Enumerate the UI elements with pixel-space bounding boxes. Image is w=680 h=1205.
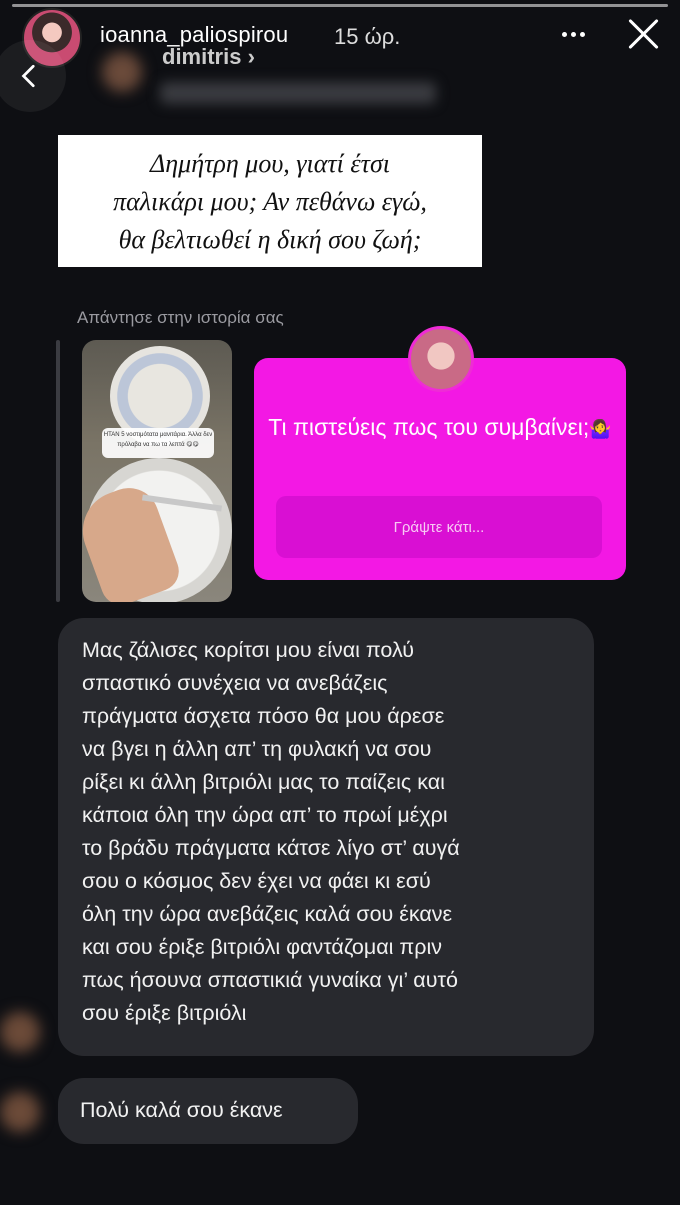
message-bubble: Μας ζάλισες κορίτσι μου είναι πολύ σπαστ… <box>58 618 594 1056</box>
quote-overlay: Δημήτρη μου, γιατί έτσι παλικάρι μου; Αν… <box>58 135 482 267</box>
chevron-right-icon: › <box>247 44 255 69</box>
chevron-left-icon <box>21 64 35 88</box>
dm-name[interactable]: dimitris › <box>162 44 255 70</box>
question-text: Τι πιστεύεις πως του συμβαίνει;🤷‍♀️ <box>254 410 626 446</box>
question-answer-field[interactable]: Γράψτε κάτι... <box>276 496 602 558</box>
reply-to-story-label: Απάντησε στην ιστορία σας <box>77 308 284 327</box>
shrug-emoji-icon: 🤷‍♀️ <box>589 419 612 439</box>
story-text-sticker: ΗΤΑΝ 5 νοστιμότατα μανιτάρια. Άλλα δεν π… <box>102 428 214 458</box>
question-avatar <box>408 326 474 392</box>
post-time: 15 ώρ. <box>334 24 401 49</box>
story-thumbnail[interactable]: ΗΤΑΝ 5 νοστιμότατα μανιτάρια. Άλλα δεν π… <box>82 340 232 602</box>
back-button[interactable] <box>0 40 66 112</box>
story-progress-bar <box>12 4 668 7</box>
sender-avatar <box>0 1092 40 1132</box>
quote-text: Δημήτρη μου, γιατί έτσι παλικάρι μου; Αν… <box>113 149 427 254</box>
reply-indicator-bar <box>56 340 60 602</box>
close-icon[interactable] <box>624 14 664 54</box>
blurred-text <box>160 82 436 104</box>
message-bubble: Πολύ καλά σου έκανε <box>58 1078 358 1144</box>
more-options-icon[interactable] <box>560 24 590 44</box>
blurred-avatar <box>102 52 142 92</box>
dm-name-label: dimitris <box>162 44 242 69</box>
sender-avatar <box>0 1012 40 1052</box>
question-label: Τι πιστεύεις πως του συμβαίνει; <box>268 414 590 440</box>
